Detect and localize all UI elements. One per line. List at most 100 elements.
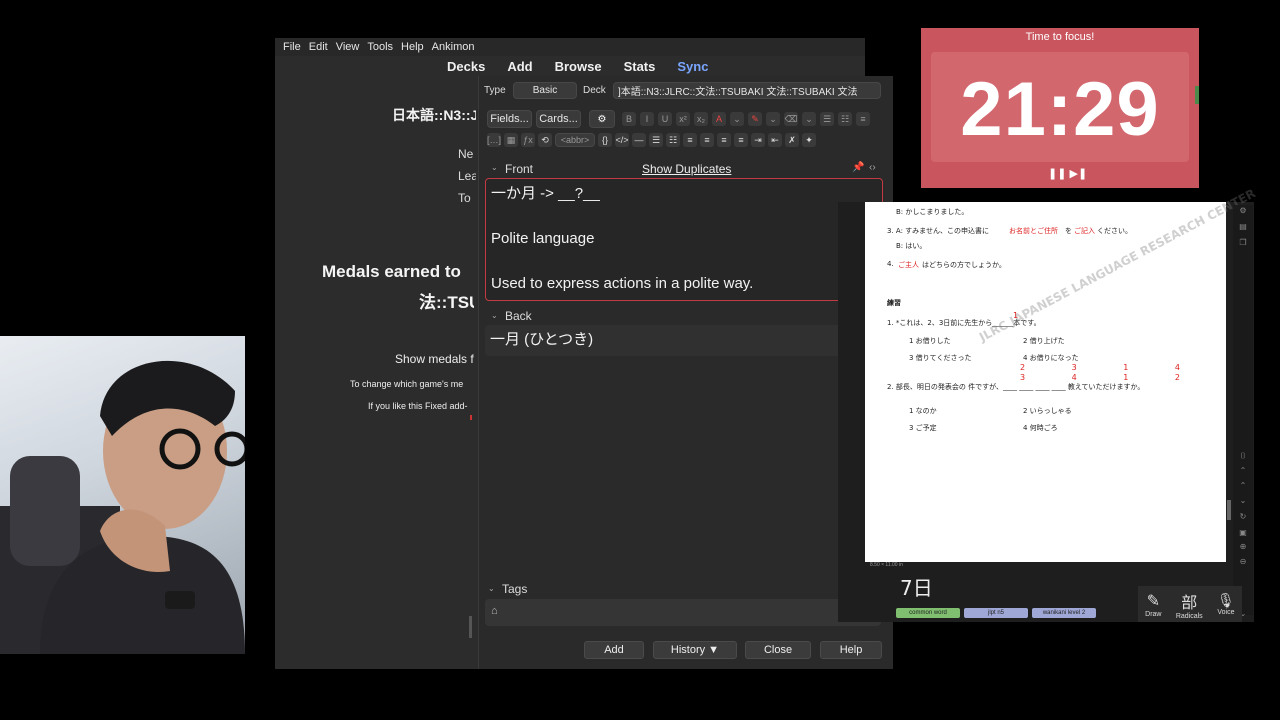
kanji-draw-icon[interactable]: ✗ [785, 133, 799, 147]
hr-icon[interactable]: — [632, 133, 646, 147]
menu-file[interactable]: File [283, 41, 301, 53]
options-gear-icon[interactable]: ⚙ [589, 110, 615, 128]
pdf-hand-answer-2: 2 3 1 4 [1020, 363, 1202, 372]
deck-button[interactable]: ]本語::N3::JLRC::文法::TSUBAKI 文法::TSUBAKI 文… [613, 82, 881, 99]
voice-tool[interactable]: 🎙 Voice [1217, 592, 1235, 616]
rail-note-icon[interactable]: ▤ [1238, 223, 1248, 231]
notetype-button[interactable]: Basic [513, 82, 577, 99]
subscript-icon[interactable]: x₂ [694, 112, 708, 126]
ul-icon[interactable]: ☰ [649, 133, 663, 147]
italic-icon[interactable]: I [640, 112, 654, 126]
back-field[interactable]: 一月 (ひとつき) [485, 325, 883, 356]
rail-zoom-out-icon[interactable]: ⊖ [1238, 558, 1248, 566]
menu-view[interactable]: View [336, 41, 360, 53]
top-nav: Decks Add Browse Stats Sync [447, 59, 730, 74]
fields-button[interactable]: Fields... [487, 110, 532, 128]
back-collapse-icon[interactable]: ⌄ [491, 311, 498, 320]
pdf-watermark: JLRC JAPANESE LANGUAGE RESEARCH CENTER [977, 186, 1258, 345]
rail-settings-icon[interactable]: ⚙ [1238, 207, 1248, 215]
pdf-q3b: を [1065, 227, 1072, 235]
nav-stats[interactable]: Stats [624, 59, 656, 74]
pdf-q3c: ください。 [1097, 227, 1132, 235]
nav-decks[interactable]: Decks [447, 59, 485, 74]
medals-heading-2: 法::TSU [419, 293, 474, 312]
bullet-list-icon[interactable]: ☰ [820, 112, 834, 126]
nav-sync[interactable]: Sync [677, 59, 708, 74]
rail-page-icon[interactable]: ⌷ [1238, 452, 1248, 460]
indent-icon[interactable]: ⇥ [751, 133, 765, 147]
html-toggle-icon[interactable]: ‹› [869, 162, 876, 173]
tags-input[interactable]: ⌂ [485, 599, 881, 626]
front-collapse-icon[interactable]: ⌄ [491, 163, 498, 172]
align-left-icon[interactable]: ≡ [683, 133, 697, 147]
history-button[interactable]: History ▼ [653, 641, 737, 659]
front-field[interactable]: 一か月 -> __?__ Polite language Used to exp… [485, 178, 883, 301]
pdf-p2-opt3: 3 ご予定 [909, 424, 937, 432]
rail-zoom-in-icon[interactable]: ⊕ [1238, 543, 1248, 551]
radicals-tool[interactable]: 部 Radicals [1176, 589, 1203, 620]
bold-icon[interactable]: B [622, 112, 636, 126]
image-icon[interactable]: ▦ [504, 133, 518, 147]
align-icon[interactable]: ≡ [856, 112, 870, 126]
tags-collapse-icon[interactable]: ⌄ [488, 584, 495, 593]
front-line-3: Used to express actions in a polite way. [491, 275, 754, 292]
tag-wanikani: wanikani level 2 [1032, 608, 1096, 618]
highlight-icon[interactable]: ✎ [748, 112, 762, 126]
close-button[interactable]: Close [745, 641, 811, 659]
timer-heading: Time to focus! [1025, 31, 1095, 43]
highlight-dropdown-icon[interactable]: ⌄ [766, 112, 780, 126]
pdf-p2-opt1: 1 なのか [909, 407, 937, 415]
menu-ankimon[interactable]: Ankimon [432, 41, 475, 53]
abbr-button[interactable]: <abbr> [555, 133, 595, 147]
draw-tool[interactable]: ✎ Draw [1145, 591, 1161, 618]
strike-icon[interactable]: ⟲ [538, 133, 552, 147]
text-color-icon[interactable]: A [712, 112, 726, 126]
menu-tools[interactable]: Tools [367, 41, 393, 53]
braces-icon[interactable]: {} [598, 133, 612, 147]
timer-controls[interactable]: ❚❚ ▶❚ [1048, 167, 1087, 180]
focus-timer: Time to focus! 21:29 ❚❚ ▶❚ [921, 28, 1199, 188]
rail-nav-icon[interactable]: ⌃ [1238, 467, 1248, 475]
html-icon[interactable]: </> [615, 133, 629, 147]
cards-button[interactable]: Cards... [536, 110, 581, 128]
rail-down-icon[interactable]: ⌄ [1238, 497, 1248, 505]
nav-add[interactable]: Add [507, 59, 532, 74]
eraser-icon[interactable]: ⌫ [784, 112, 798, 126]
mathjax-icon[interactable]: ƒx [521, 133, 535, 147]
show-medals-link[interactable]: Show medals f [395, 352, 474, 366]
align-center-icon[interactable]: ≡ [700, 133, 714, 147]
scrollbar[interactable] [469, 616, 472, 638]
cloze-icon[interactable]: […] [487, 133, 501, 147]
pdf-scrollbar[interactable] [1227, 500, 1231, 520]
align-right-icon[interactable]: ≡ [717, 133, 731, 147]
pdf-q3a: 3. A: すみません、この申込書に [887, 227, 989, 235]
superscript-icon[interactable]: x² [676, 112, 690, 126]
stat-total: To [458, 191, 471, 205]
nav-browse[interactable]: Browse [555, 59, 602, 74]
pdf-q4num: 4. [887, 260, 894, 268]
eraser-dropdown-icon[interactable]: ⌄ [802, 112, 816, 126]
menu-edit[interactable]: Edit [309, 41, 328, 53]
show-duplicates-link[interactable]: Show Duplicates [642, 162, 731, 176]
format-toolbar-row-2: […] ▦ ƒx ⟲ <abbr> {} </> — ☰ ☷ ≡ ≡ ≡ ≡ ⇥… [487, 133, 816, 147]
outdent-icon[interactable]: ⇤ [768, 133, 782, 147]
voice-label: Voice [1217, 609, 1235, 616]
numbered-list-icon[interactable]: ☷ [838, 112, 852, 126]
pin-icon[interactable]: 📌 [852, 162, 864, 173]
text-color-dropdown-icon[interactable]: ⌄ [730, 112, 744, 126]
pdf-p2: 2. 部長、明日の発表会の 件ですが、____ ____ ____ ____ 教… [887, 383, 1145, 391]
rail-up-icon[interactable]: ⌃ [1238, 482, 1248, 490]
rail-copy-icon[interactable]: ❐ [1238, 239, 1248, 247]
menu-help[interactable]: Help [401, 41, 424, 53]
magic-icon[interactable]: ✦ [802, 133, 816, 147]
rail-rotate-icon[interactable]: ↻ [1238, 513, 1248, 521]
pdf-p1-opt2: 2 借り上げた [1023, 337, 1065, 345]
rail-save-icon[interactable]: ▣ [1238, 529, 1248, 537]
underline-icon[interactable]: U [658, 112, 672, 126]
help-button[interactable]: Help [820, 641, 882, 659]
align-justify-icon[interactable]: ≡ [734, 133, 748, 147]
pdf-b1: B: かしこまりました。 [896, 208, 969, 216]
add-button[interactable]: Add [584, 641, 644, 659]
ol-icon[interactable]: ☷ [666, 133, 680, 147]
tag-icon: ⌂ [491, 605, 498, 617]
